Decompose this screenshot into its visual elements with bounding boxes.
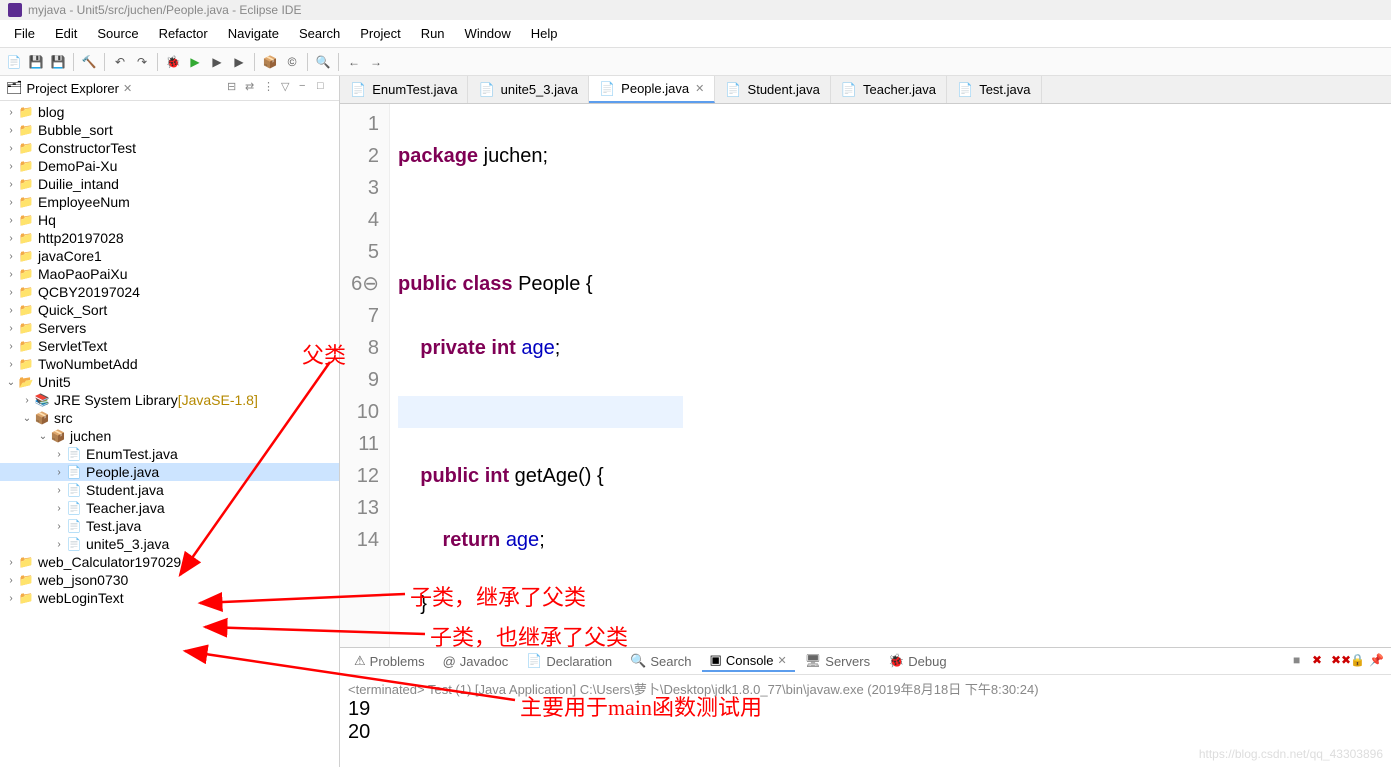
- tree-item[interactable]: ›📄People.java: [0, 463, 339, 481]
- tree-item[interactable]: ⌄📦juchen: [0, 427, 339, 445]
- project-tree[interactable]: ›📁blog›📁Bubble_sort›📁ConstructorTest›📁De…: [0, 101, 339, 767]
- tree-item[interactable]: ›📁Duilie_intand: [0, 175, 339, 193]
- tree-item[interactable]: ›📁Bubble_sort: [0, 121, 339, 139]
- tree-item[interactable]: ›📄Student.java: [0, 481, 339, 499]
- editor-tab[interactable]: 📄Teacher.java: [831, 76, 947, 103]
- tree-item[interactable]: ›📁QCBY20197024: [0, 283, 339, 301]
- new-class-icon[interactable]: ©: [282, 52, 302, 72]
- editor-tab[interactable]: 📄unite5_3.java: [468, 76, 589, 103]
- tree-item[interactable]: ›📁MaoPaoPaiXu: [0, 265, 339, 283]
- back-icon[interactable]: ←: [344, 52, 364, 72]
- tree-item[interactable]: ⌄📂Unit5: [0, 373, 339, 391]
- tree-item[interactable]: ›📁ServletText: [0, 337, 339, 355]
- run-last-icon[interactable]: ▶: [229, 52, 249, 72]
- output-line-2: 20: [348, 721, 1383, 744]
- tab-console[interactable]: ▣Console ✕: [702, 650, 795, 672]
- maximize-icon[interactable]: □: [317, 80, 333, 96]
- terminated-line: <terminated> Test (1) [Java Application]…: [348, 679, 1383, 698]
- close-icon[interactable]: ✕: [123, 82, 132, 95]
- toolbar: 📄 💾 💾 🔨 ↶ ↷ 🐞 ▶ ▶ ▶ 📦 © 🔍 ← →: [0, 48, 1391, 76]
- new-icon[interactable]: 📄: [4, 52, 24, 72]
- menu-refactor[interactable]: Refactor: [149, 22, 218, 45]
- menu-file[interactable]: File: [4, 22, 45, 45]
- editor-tabs: 📄EnumTest.java📄unite5_3.java📄People.java…: [340, 76, 1391, 104]
- menu-source[interactable]: Source: [87, 22, 148, 45]
- bottom-tabs: ⚠Problems @Javadoc 📄Declaration 🔍Search …: [340, 648, 1391, 675]
- menu-edit[interactable]: Edit: [45, 22, 87, 45]
- tree-item[interactable]: ›📁ConstructorTest: [0, 139, 339, 157]
- tree-item[interactable]: ›📁EmployeeNum: [0, 193, 339, 211]
- editor-area: 📄EnumTest.java📄unite5_3.java📄People.java…: [340, 76, 1391, 767]
- tree-item[interactable]: ›📁blog: [0, 103, 339, 121]
- view-menu-icon[interactable]: ▽: [281, 80, 297, 96]
- tree-item[interactable]: ›📁TwoNumbetAdd: [0, 355, 339, 373]
- code-editor[interactable]: 123456⊖7891011121314 package juchen; pub…: [340, 104, 1391, 647]
- editor-tab[interactable]: 📄EnumTest.java: [340, 76, 468, 103]
- window-title: myjava - Unit5/src/juchen/People.java - …: [28, 3, 301, 17]
- title-bar: myjava - Unit5/src/juchen/People.java - …: [0, 0, 1391, 20]
- tab-problems[interactable]: ⚠Problems: [346, 651, 433, 671]
- menu-window[interactable]: Window: [455, 22, 521, 45]
- minimize-icon[interactable]: −: [299, 80, 315, 96]
- editor-tab[interactable]: 📄Test.java: [947, 76, 1042, 103]
- undo-icon[interactable]: ↶: [110, 52, 130, 72]
- terminate-icon[interactable]: ■: [1293, 653, 1309, 669]
- tree-item[interactable]: ›📁javaCore1: [0, 247, 339, 265]
- menu-project[interactable]: Project: [350, 22, 410, 45]
- filter-icon[interactable]: ⋮: [263, 80, 279, 96]
- build-icon[interactable]: 🔨: [79, 52, 99, 72]
- editor-tab[interactable]: 📄Student.java: [715, 76, 830, 103]
- tab-declaration[interactable]: 📄Declaration: [518, 651, 620, 671]
- tree-item[interactable]: ›📁Servers: [0, 319, 339, 337]
- pin-icon[interactable]: 📌: [1369, 653, 1385, 669]
- eclipse-icon: [8, 3, 22, 17]
- editor-tab[interactable]: 📄People.java✕: [589, 76, 715, 103]
- tree-item[interactable]: ›📄unite5_3.java: [0, 535, 339, 553]
- coverage-icon[interactable]: ▶: [207, 52, 227, 72]
- tree-item[interactable]: ›📁web_json0730: [0, 571, 339, 589]
- save-all-icon[interactable]: 💾: [48, 52, 68, 72]
- code-text[interactable]: package juchen; public class People { pr…: [390, 104, 691, 647]
- tree-item[interactable]: ›📁Hq: [0, 211, 339, 229]
- link-editor-icon[interactable]: ⇄: [245, 80, 261, 96]
- scroll-lock-icon[interactable]: 🔒: [1350, 653, 1366, 669]
- line-gutter: 123456⊖7891011121314: [340, 104, 390, 647]
- run-icon[interactable]: ▶: [185, 52, 205, 72]
- tree-item[interactable]: ›📄Test.java: [0, 517, 339, 535]
- redo-icon[interactable]: ↷: [132, 52, 152, 72]
- tab-debug[interactable]: 🐞Debug: [880, 651, 955, 671]
- tree-item[interactable]: ⌄📦src: [0, 409, 339, 427]
- menu-navigate[interactable]: Navigate: [218, 22, 289, 45]
- watermark: https://blog.csdn.net/qq_43303896: [1199, 747, 1383, 761]
- menubar: File Edit Source Refactor Navigate Searc…: [0, 20, 1391, 48]
- tree-item[interactable]: ›📄EnumTest.java: [0, 445, 339, 463]
- collapse-all-icon[interactable]: ⊟: [227, 80, 243, 96]
- remove-all-icon[interactable]: ✖✖: [1331, 653, 1347, 669]
- tree-item[interactable]: ›📁Quick_Sort: [0, 301, 339, 319]
- menu-search[interactable]: Search: [289, 22, 350, 45]
- tree-item[interactable]: ›📁http20197028: [0, 229, 339, 247]
- project-explorer: 🗂 Project Explorer ✕ ⊟ ⇄ ⋮ ▽ − □ ›📁blog›…: [0, 76, 340, 767]
- save-icon[interactable]: 💾: [26, 52, 46, 72]
- tree-item[interactable]: ›📁DemoPai-Xu: [0, 157, 339, 175]
- explorer-icon: 🗂: [6, 80, 23, 96]
- debug-icon[interactable]: 🐞: [163, 52, 183, 72]
- search-icon[interactable]: 🔍: [313, 52, 333, 72]
- menu-help[interactable]: Help: [521, 22, 568, 45]
- tree-item[interactable]: ›📁webLoginText: [0, 589, 339, 607]
- forward-icon[interactable]: →: [366, 52, 386, 72]
- tree-item[interactable]: ›📚JRE System Library [JavaSE-1.8]: [0, 391, 339, 409]
- tab-javadoc[interactable]: @Javadoc: [435, 652, 517, 671]
- remove-icon[interactable]: ✖: [1312, 653, 1328, 669]
- tab-search[interactable]: 🔍Search: [622, 651, 699, 671]
- menu-run[interactable]: Run: [411, 22, 455, 45]
- new-package-icon[interactable]: 📦: [260, 52, 280, 72]
- output-line-1: 19: [348, 698, 1383, 721]
- tree-item[interactable]: ›📁web_Calculator197029: [0, 553, 339, 571]
- explorer-title: Project Explorer: [27, 81, 119, 96]
- tab-servers[interactable]: 🖥Servers: [797, 651, 878, 671]
- tree-item[interactable]: ›📄Teacher.java: [0, 499, 339, 517]
